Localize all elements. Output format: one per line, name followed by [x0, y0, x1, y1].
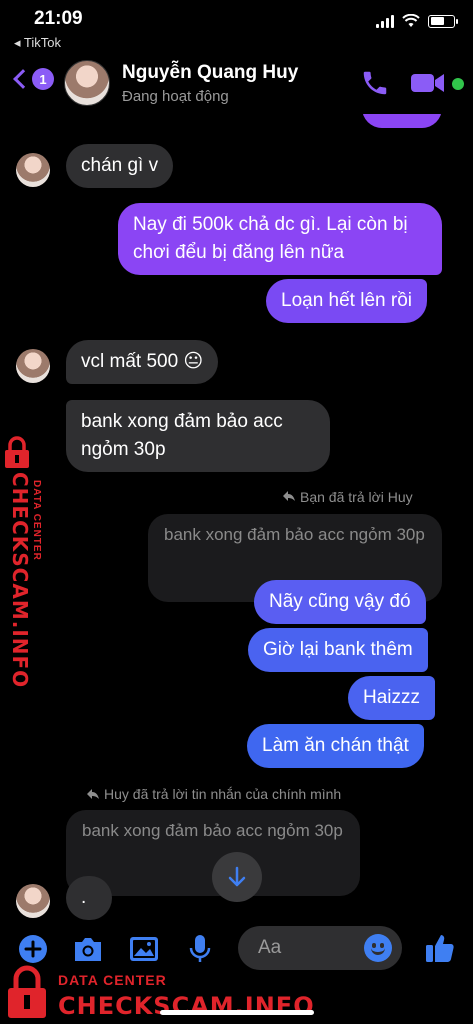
incoming-message[interactable]: bank xong đảm bảo acc ngỏm 30p	[66, 400, 330, 472]
reply-arrow-icon	[87, 789, 99, 799]
contact-avatar[interactable]	[64, 60, 110, 106]
outgoing-message[interactable]: Loạn hết lên rồi	[266, 279, 427, 323]
outgoing-message[interactable]: Làm ăn chán thật	[247, 724, 424, 768]
message-input-placeholder: Aa	[258, 937, 282, 958]
camera-icon[interactable]	[72, 935, 104, 963]
video-camera-icon[interactable]	[410, 71, 446, 95]
image-icon[interactable]	[129, 935, 159, 963]
reply-note: Bạn đã trả lời Huy	[300, 489, 413, 505]
outgoing-message[interactable]: Nay đi 500k chả dc gì. Lại còn bị chơi đ…	[118, 203, 442, 275]
wifi-icon	[402, 14, 420, 27]
reply-arrow-icon	[283, 491, 295, 501]
outgoing-message[interactable]: Nãy cũng vậy đó	[254, 580, 426, 624]
unread-count-badge: 1	[32, 68, 54, 90]
thumbs-up-icon[interactable]	[424, 932, 456, 964]
status-bar: 21:09 ◂ TikTok	[0, 0, 473, 54]
emoji-icon[interactable]	[364, 934, 392, 962]
incoming-message[interactable]: chán gì v	[66, 144, 174, 188]
reply-note: Huy đã trả lời tin nhắn của chính mình	[104, 786, 342, 802]
contact-avatar-small	[16, 153, 50, 187]
incoming-message[interactable]: .	[66, 876, 112, 920]
lock-icon	[5, 436, 29, 468]
back-chevron-icon	[13, 69, 33, 89]
outgoing-message[interactable]: Haizzz	[348, 676, 436, 720]
online-status-dot	[452, 78, 464, 90]
back-button[interactable]: 1	[10, 68, 54, 90]
microphone-icon[interactable]	[188, 934, 212, 964]
outgoing-message[interactable]: Giờ lại bank thêm	[248, 628, 428, 672]
back-to-app-link[interactable]: ◂ TikTok	[14, 35, 61, 51]
watermark-label-text: DATA CENTER	[31, 480, 42, 561]
scroll-to-bottom-button[interactable]	[212, 852, 262, 902]
lock-icon	[8, 965, 46, 1018]
phone-icon[interactable]	[360, 68, 390, 98]
contact-avatar-small	[16, 349, 50, 383]
watermark-site-text: CHECKSCAM.INFO	[8, 472, 32, 689]
battery-icon	[428, 14, 458, 28]
side-watermark: CHECKSCAM.INFO DATA CENTER	[0, 436, 52, 688]
arrow-down-icon	[228, 866, 246, 887]
contact-status: Đang hoạt động	[122, 88, 229, 105]
watermark-label-text: DATA CENTER	[58, 972, 167, 988]
conversation-header: 1 Nguyễn Quang Huy Đang hoạt động	[0, 54, 473, 114]
contact-name[interactable]: Nguyễn Quang Huy	[122, 62, 298, 84]
contact-avatar-small	[16, 884, 50, 918]
home-indicator	[160, 1010, 314, 1015]
plus-icon[interactable]	[18, 934, 48, 964]
watermark-site-text: CHECKSCAM.INFO	[58, 992, 315, 1020]
status-time: 21:09	[34, 8, 83, 29]
incoming-message[interactable]: vcl mất 500 😐	[66, 340, 219, 384]
status-icons	[376, 14, 458, 28]
signal-icon	[376, 14, 394, 28]
